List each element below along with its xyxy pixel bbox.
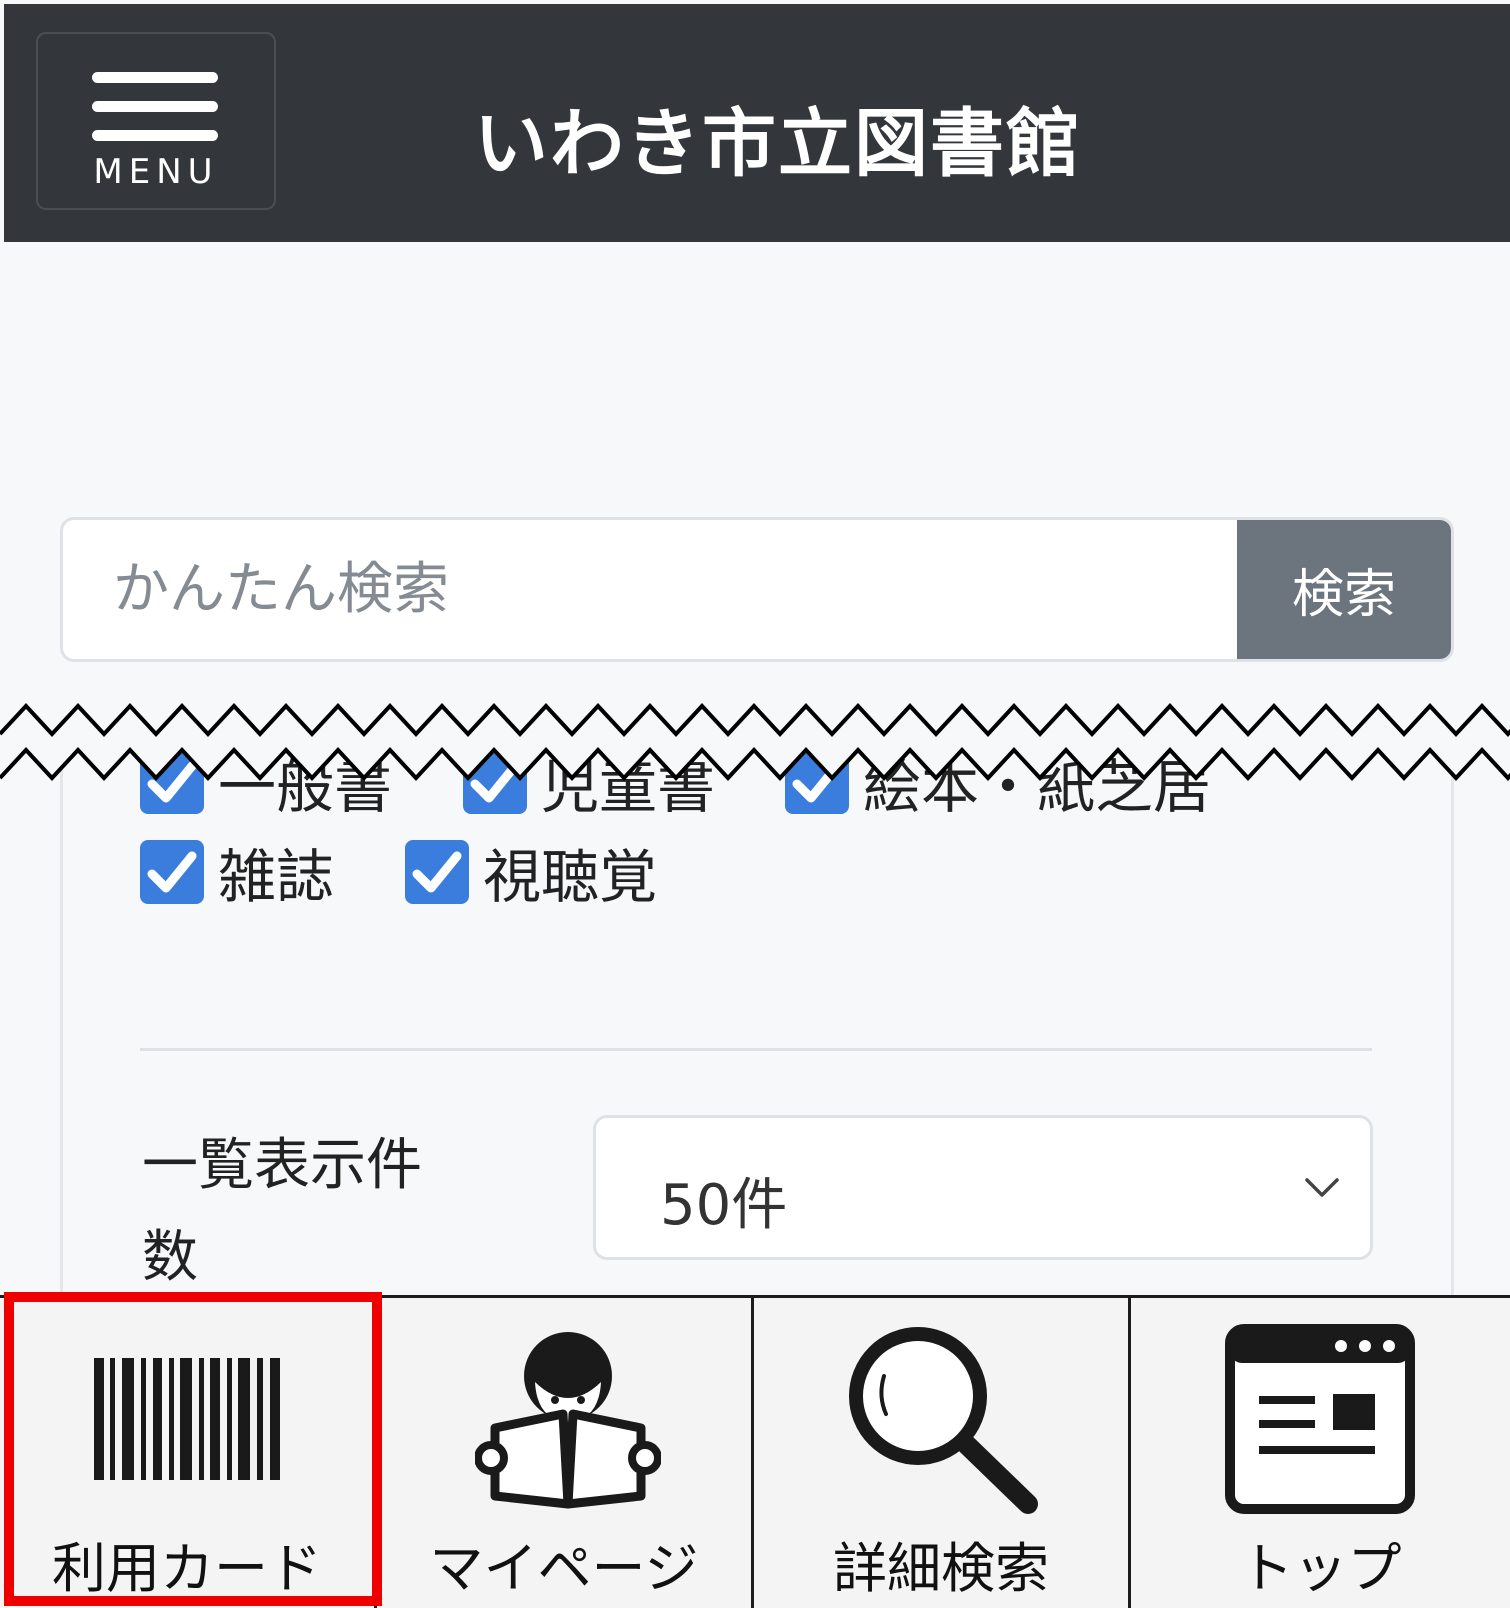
hamburger-icon xyxy=(92,72,218,159)
nav-label: 詳細検索 xyxy=(833,1537,1049,1600)
browser-window-icon xyxy=(1225,1324,1415,1514)
menu-label: MENU xyxy=(93,152,219,192)
zigzag-cut-divider xyxy=(0,703,1510,781)
checkbox-checked[interactable] xyxy=(405,840,469,904)
search-button[interactable]: 検索 xyxy=(1237,520,1451,659)
nav-label: マイページ xyxy=(429,1537,699,1600)
nav-item-library-card[interactable]: 利用カード xyxy=(0,1298,377,1608)
category-checkbox-audiovisual[interactable]: 視聴覚 xyxy=(405,830,657,914)
site-title[interactable]: いわき市立図書館 xyxy=(474,84,1174,191)
barcode-icon xyxy=(94,1358,280,1480)
nav-item-top[interactable]: トップ xyxy=(1131,1298,1510,1608)
display-count-select[interactable]: 50件 xyxy=(593,1115,1373,1260)
nav-item-advanced-search[interactable]: 詳細検索 xyxy=(754,1298,1131,1608)
category-label: 雑誌 xyxy=(218,843,335,911)
quick-search-form: 検索 xyxy=(60,517,1454,662)
quick-search-input[interactable] xyxy=(63,520,1243,659)
display-count-value: 50件 xyxy=(660,1173,788,1238)
bottom-nav: 利用カード マイページ 詳細検索 トップ xyxy=(0,1295,1510,1608)
category-label: 視聴覚 xyxy=(483,843,658,911)
nav-label: トップ xyxy=(1239,1537,1402,1600)
reader-icon xyxy=(475,1332,661,1509)
category-checkbox-magazine[interactable]: 雑誌 xyxy=(140,830,334,914)
checkbox-checked[interactable] xyxy=(140,840,204,904)
menu-button[interactable]: MENU xyxy=(36,32,276,210)
section-divider xyxy=(140,1048,1372,1051)
app-screen: MENU いわき市立図書館 検索 一般書 児童書 絵本・紙芝居 xyxy=(0,0,1510,1608)
site-header: MENU いわき市立図書館 xyxy=(4,4,1510,242)
nav-item-my-page[interactable]: マイページ xyxy=(377,1298,754,1608)
nav-label: 利用カード xyxy=(52,1537,322,1600)
magnifier-icon xyxy=(849,1327,1038,1514)
chevron-down-icon xyxy=(1305,1178,1339,1197)
display-count-label: 一覧表示件数 xyxy=(142,1133,422,1290)
